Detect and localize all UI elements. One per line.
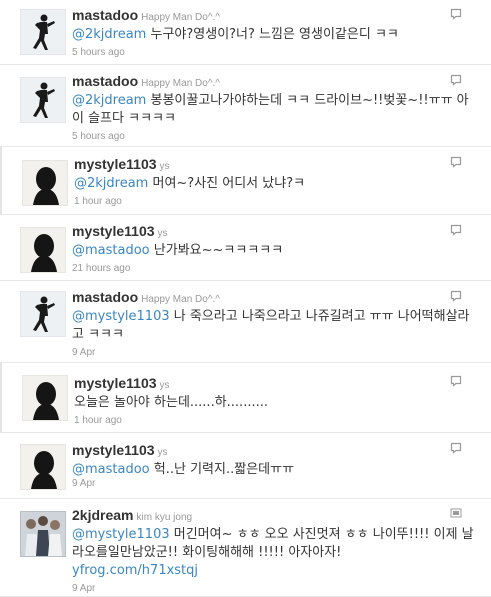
moonwalk-silhouette-icon bbox=[33, 296, 55, 332]
mention-link[interactable]: @2kjdream bbox=[72, 27, 146, 42]
tweet-timestamp[interactable]: 1 hour ago bbox=[74, 415, 477, 427]
moonwalk-silhouette-avatar[interactable] bbox=[20, 77, 66, 123]
tweet-timestamp[interactable]: 9 Apr bbox=[72, 347, 477, 359]
reply-icon[interactable] bbox=[450, 8, 462, 20]
tweet: mystyle1103 ys @mastadoo 난가봐요~~ㅋㅋㅋㅋㅋ 21 h… bbox=[0, 214, 491, 280]
tweet-text: @2kjdream 누구야?영생이?너? 느낌은 영생이같은디 ㅋㅋ bbox=[72, 26, 477, 44]
tweet-text: 오늘은 놀아야 하는데......하.......... bbox=[74, 394, 477, 412]
reply-icon[interactable] bbox=[450, 156, 462, 168]
tweet-body: 난가봐요~~ㅋㅋㅋㅋㅋ bbox=[149, 243, 284, 258]
dark-silhouette-icon bbox=[33, 382, 59, 420]
reply-icon[interactable] bbox=[450, 74, 462, 86]
tweet-content: mastadoo Happy Man Do^.^ @2kjdream 봉봉이꿀고나… bbox=[72, 72, 477, 143]
tweet-text: @mystyle1103 머긴머여~ ㅎㅎ 오오 사진멋져 ㅎㅎ 나이뚜!!!!… bbox=[72, 526, 477, 580]
group-photo-avatar[interactable] bbox=[20, 511, 66, 557]
tweet-fullname: Happy Man Do^.^ bbox=[141, 294, 220, 305]
tweet-fullname: kim kyu jong bbox=[136, 512, 193, 523]
tweet-fullname: ys bbox=[159, 161, 170, 172]
tweet: mystyle1103 ys @2kjdream 머여~?사진 어디서 났냐?ㅋ … bbox=[0, 146, 491, 214]
mention-link[interactable]: @mystyle1103 bbox=[72, 527, 170, 542]
dark-silhouette-avatar[interactable] bbox=[22, 375, 68, 421]
mention-link[interactable]: @2kjdream bbox=[74, 176, 148, 191]
reply-icon[interactable] bbox=[450, 290, 462, 302]
tweet-content: mastadoo Happy Man Do^.^ @mystyle1103 나 죽… bbox=[72, 288, 477, 359]
tweet-content: mystyle1103 ys @mastadoo 난가봐요~~ㅋㅋㅋㅋㅋ 21 h… bbox=[72, 222, 477, 275]
reply-icon[interactable] bbox=[450, 442, 462, 454]
tweet-fullname: Happy Man Do^.^ bbox=[141, 12, 220, 23]
dark-silhouette-icon bbox=[31, 451, 57, 489]
moonwalk-silhouette-avatar[interactable] bbox=[20, 9, 66, 55]
mention-link[interactable]: @2kjdream bbox=[72, 93, 146, 108]
tweet-timestamp[interactable]: 9 Apr bbox=[72, 478, 95, 490]
tweet-timestamp[interactable]: 5 hours ago bbox=[72, 47, 477, 59]
tweet-timestamp[interactable]: 1 hour ago bbox=[74, 196, 477, 208]
tweet-content: mastadoo Happy Man Do^.^ @2kjdream 누구야?영생… bbox=[72, 6, 477, 59]
tweet-fullname: ys bbox=[157, 228, 168, 239]
delete-icon[interactable] bbox=[450, 507, 462, 519]
tweet-body: 머여~?사진 어디서 났냐?ㅋ bbox=[148, 176, 306, 191]
mention-link[interactable]: @mastadoo bbox=[72, 462, 150, 477]
tweet-username[interactable]: mastadoo bbox=[72, 7, 138, 23]
reply-icon[interactable] bbox=[450, 224, 462, 236]
tweet-text: @2kjdream 봉봉이꿀고나가야하는데 ㅋㅋ 드라이브~!!벚꽃~!!ㅠㅠ … bbox=[72, 92, 477, 128]
group-photo-icon bbox=[21, 512, 65, 556]
tweet-body: 오늘은 놀아야 하는데......하.......... bbox=[74, 395, 268, 410]
moonwalk-silhouette-icon bbox=[33, 82, 55, 118]
dark-silhouette-avatar[interactable] bbox=[20, 444, 66, 490]
tweet-text: @mastadoo 헉..난 기력지..짧은데ㅠㅠ bbox=[72, 461, 477, 479]
reply-icon[interactable] bbox=[450, 375, 462, 387]
moonwalk-silhouette-icon bbox=[33, 14, 55, 50]
tweet-content: mystyle1103 ys @2kjdream 머여~?사진 어디서 났냐?ㅋ … bbox=[74, 155, 477, 208]
tweet-content: 2kjdream kim kyu jong @mystyle1103 머긴머여~ … bbox=[72, 506, 477, 595]
tweet: 2kjdream kim kyu jong @mystyle1103 머긴머여~ … bbox=[0, 498, 491, 597]
tweet-text: @mastadoo 난가봐요~~ㅋㅋㅋㅋㅋ bbox=[72, 242, 477, 260]
tweet-username[interactable]: mystyle1103 bbox=[74, 156, 157, 172]
tweet-username[interactable]: mystyle1103 bbox=[72, 442, 155, 458]
tweet-content: mystyle1103 ys 오늘은 놀아야 하는데......하........… bbox=[74, 374, 477, 427]
dark-silhouette-icon bbox=[33, 167, 59, 205]
tweet-timestamp[interactable]: 9 Apr bbox=[72, 583, 477, 595]
tweet-username[interactable]: 2kjdream bbox=[72, 507, 133, 523]
dark-silhouette-icon bbox=[31, 234, 57, 272]
tweet-text: @2kjdream 머여~?사진 어디서 났냐?ㅋ bbox=[74, 175, 477, 193]
tweet: mastadoo Happy Man Do^.^ @2kjdream 봉봉이꿀고나… bbox=[0, 64, 491, 146]
tweet-body: 누구야?영생이?너? 느낌은 영생이같은디 ㅋㅋ bbox=[146, 27, 399, 42]
tweet-username[interactable]: mastadoo bbox=[72, 289, 138, 305]
tweet-url-link[interactable]: yfrog.com/h71xstqj bbox=[72, 563, 198, 578]
tweet-content: mystyle1103 ys @mastadoo 헉..난 기력지..짧은데ㅠㅠ bbox=[72, 441, 477, 479]
dark-silhouette-avatar[interactable] bbox=[22, 160, 68, 206]
tweet-username[interactable]: mastadoo bbox=[72, 73, 138, 89]
tweet-timestamp[interactable]: 5 hours ago bbox=[72, 131, 477, 143]
dark-silhouette-avatar[interactable] bbox=[20, 227, 66, 273]
moonwalk-silhouette-avatar[interactable] bbox=[20, 291, 66, 337]
tweet-username[interactable]: mystyle1103 bbox=[74, 375, 157, 391]
tweet-fullname: ys bbox=[159, 380, 170, 391]
tweet: mastadoo Happy Man Do^.^ @mystyle1103 나 죽… bbox=[0, 280, 491, 362]
tweet-timestamp[interactable]: 21 hours ago bbox=[72, 263, 477, 275]
tweet: mystyle1103 ys 오늘은 놀아야 하는데......하........… bbox=[0, 362, 491, 432]
tweet-fullname: ys bbox=[157, 447, 168, 458]
mention-link[interactable]: @mastadoo bbox=[72, 243, 150, 258]
tweet-fullname: Happy Man Do^.^ bbox=[141, 78, 220, 89]
tweet-username[interactable]: mystyle1103 bbox=[72, 223, 155, 239]
mention-link[interactable]: @mystyle1103 bbox=[72, 309, 170, 324]
tweet-text: @mystyle1103 나 죽으라고 나죽으라고 나쥬길려고 ㅠㅠ 나어떡해살… bbox=[72, 308, 477, 344]
tweet-body: 헉..난 기력지..짧은데ㅠㅠ bbox=[149, 462, 295, 477]
tweet: mastadoo Happy Man Do^.^ @2kjdream 누구야?영생… bbox=[0, 0, 491, 64]
